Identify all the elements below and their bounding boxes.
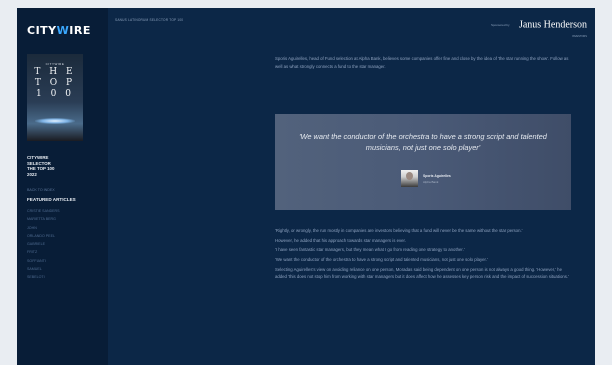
sponsor-logo: Janus Henderson <box>518 19 587 31</box>
article-body: 'Rightly, or wrongly, the run mostly in … <box>275 227 575 283</box>
featured-article-link[interactable]: SOFFIANTI <box>27 257 60 265</box>
logo-text-w: W <box>56 24 70 37</box>
body-paragraph: However, he added that his approach towa… <box>275 237 406 243</box>
publication-title[interactable]: CITYWIRE SELECTOR THE TOP 100 2022 <box>27 155 97 177</box>
featured-article-link[interactable]: JOHN <box>27 224 60 232</box>
quote-author-role: Alpha Bank <box>423 180 439 184</box>
magazine-cover[interactable]: CITYWIRE T H E T O P 1 0 0 <box>27 54 83 141</box>
cover-line: T O P <box>34 78 76 88</box>
featured-articles-heading: FEATURED ARTICLES <box>27 197 76 202</box>
body-paragraph: 'I have seen fantastic star managers, bu… <box>275 247 465 253</box>
quote-author-name: Sporis Aguirelles <box>423 174 451 178</box>
featured-article-link[interactable]: SAMUEL <box>27 265 60 273</box>
intro-paragraph: Sporis Aguirelles, head of Fund selectio… <box>275 56 569 69</box>
featured-article-link[interactable]: MARIETTA BERG <box>27 215 60 223</box>
page-frame: CITYWIRE CITYWIRE T H E T O P 1 0 0 CITY… <box>17 8 595 365</box>
cover-title: T H E T O P 1 0 0 <box>27 67 83 100</box>
publication-title-line: 2022 <box>27 171 37 177</box>
breadcrumb[interactable]: SANUS LATINORUM SELECTOR TOP 100 <box>115 18 183 22</box>
cover-light-glow <box>35 118 75 124</box>
cover-line: T H E <box>34 67 76 77</box>
cover-line: 1 0 0 <box>36 89 74 99</box>
cover-masthead: CITYWIRE <box>45 62 65 66</box>
featured-article-link[interactable]: ORLANDO PEEL <box>27 232 60 240</box>
sponsor-prefix: Sponsored by <box>490 22 510 27</box>
body-paragraph: 'Rightly, or wrongly, the run mostly in … <box>275 228 523 233</box>
back-to-index-link[interactable]: BACK TO INDEX <box>27 188 55 192</box>
sponsor-banner[interactable]: Sponsored by Janus Henderson INVESTORS <box>491 16 587 38</box>
quote-author-avatar <box>401 170 418 187</box>
body-paragraph: Selecting Aguirelles's view on avoiding … <box>275 266 569 280</box>
featured-article-link[interactable]: GABRIELE <box>27 240 60 248</box>
logo-text-city: CITY <box>27 24 57 37</box>
featured-article-link[interactable]: SEBELOTI <box>27 273 60 281</box>
quote-text: 'We want the conductor of the orchestra … <box>299 132 547 152</box>
featured-article-link[interactable]: CRISTIE SANDERS <box>27 207 60 215</box>
featured-article-link[interactable]: FRITZ <box>27 248 60 256</box>
article-intro: Sporis Aguirelles, head of Fund selectio… <box>275 55 575 70</box>
body-paragraph: 'We want the conductor of the orchestra … <box>275 257 488 263</box>
logo-text-ire: IRE <box>69 24 91 37</box>
citywire-logo[interactable]: CITYWIRE <box>27 24 91 37</box>
sponsor-tagline: INVESTORS <box>572 35 587 38</box>
featured-articles-list: CRISTIE SANDERS MARIETTA BERG JOHN ORLAN… <box>27 207 60 282</box>
pull-quote: 'We want the conductor of the orchestra … <box>275 114 571 210</box>
sidebar: CITYWIRE CITYWIRE T H E T O P 1 0 0 CITY… <box>17 8 108 365</box>
